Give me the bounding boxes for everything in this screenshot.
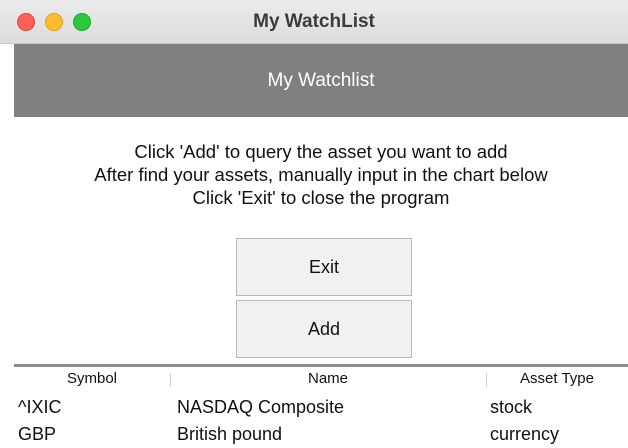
table-row[interactable]: ^IXIC NASDAQ Composite stock: [14, 395, 628, 420]
exit-button[interactable]: Exit: [236, 238, 412, 296]
watchlist-table: Symbol Name Asset Type ^IXIC NASDAQ Comp…: [14, 364, 628, 448]
instruction-line-3: Click 'Exit' to close the program: [192, 187, 450, 208]
header-banner: My Watchlist: [14, 44, 628, 117]
column-header-asset-type[interactable]: Asset Type: [486, 367, 628, 391]
instruction-line-1: Click 'Add' to query the asset you want …: [134, 141, 508, 162]
add-button[interactable]: Add: [236, 300, 412, 358]
cell-name[interactable]: British pound: [177, 422, 282, 447]
window-title: My WatchList: [253, 11, 375, 32]
table-row[interactable]: GBP British pound currency: [14, 422, 628, 447]
column-header-name[interactable]: Name: [170, 367, 486, 391]
header-banner-label: My Watchlist: [267, 70, 375, 91]
cell-symbol[interactable]: ^IXIC: [18, 395, 61, 420]
cell-asset-type[interactable]: currency: [490, 422, 559, 447]
title-bar: My WatchList: [0, 0, 628, 44]
column-header-symbol[interactable]: Symbol: [14, 367, 170, 391]
cell-symbol[interactable]: GBP: [18, 422, 56, 447]
app-window: My WatchList My Watchlist Click 'Add' to…: [0, 0, 628, 448]
instructions: Click 'Add' to query the asset you want …: [14, 140, 628, 209]
cell-asset-type[interactable]: stock: [490, 395, 532, 420]
cell-name[interactable]: NASDAQ Composite: [177, 395, 344, 420]
instruction-line-2: After find your assets, manually input i…: [94, 164, 548, 185]
table-header: Symbol Name Asset Type: [14, 367, 628, 391]
